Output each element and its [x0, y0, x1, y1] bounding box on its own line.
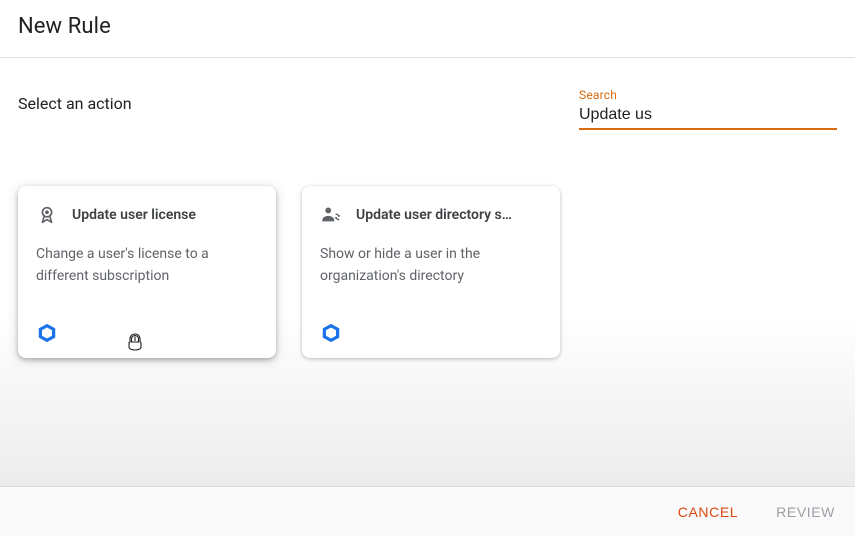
search-input[interactable] — [579, 102, 837, 130]
card-description: Change a user's license to a different s… — [36, 244, 258, 287]
section-title: Select an action — [18, 94, 132, 113]
user-swap-icon — [320, 204, 342, 226]
body: Select an action Search Update user li — [0, 58, 855, 486]
action-card-update-user-license[interactable]: Update user license Change a user's lice… — [18, 186, 276, 358]
cancel-button[interactable]: CANCEL — [674, 496, 742, 528]
action-card-update-user-directory[interactable]: Update user directory s… Show or hide a … — [302, 186, 560, 358]
search-label: Search — [579, 88, 837, 102]
search-field[interactable]: Search — [579, 88, 837, 130]
action-cards: Update user license Change a user's lice… — [18, 186, 837, 358]
card-title: Update user license — [72, 207, 196, 223]
service-hex-icon — [36, 322, 58, 344]
header: New Rule — [0, 0, 855, 58]
footer: CANCEL REVIEW — [0, 486, 855, 536]
badge-ribbon-icon — [36, 204, 58, 226]
service-hex-icon — [320, 322, 342, 344]
card-description: Show or hide a user in the organization'… — [320, 244, 542, 287]
review-button[interactable]: REVIEW — [772, 496, 839, 528]
card-title: Update user directory s… — [356, 207, 512, 223]
page-title: New Rule — [18, 14, 837, 39]
